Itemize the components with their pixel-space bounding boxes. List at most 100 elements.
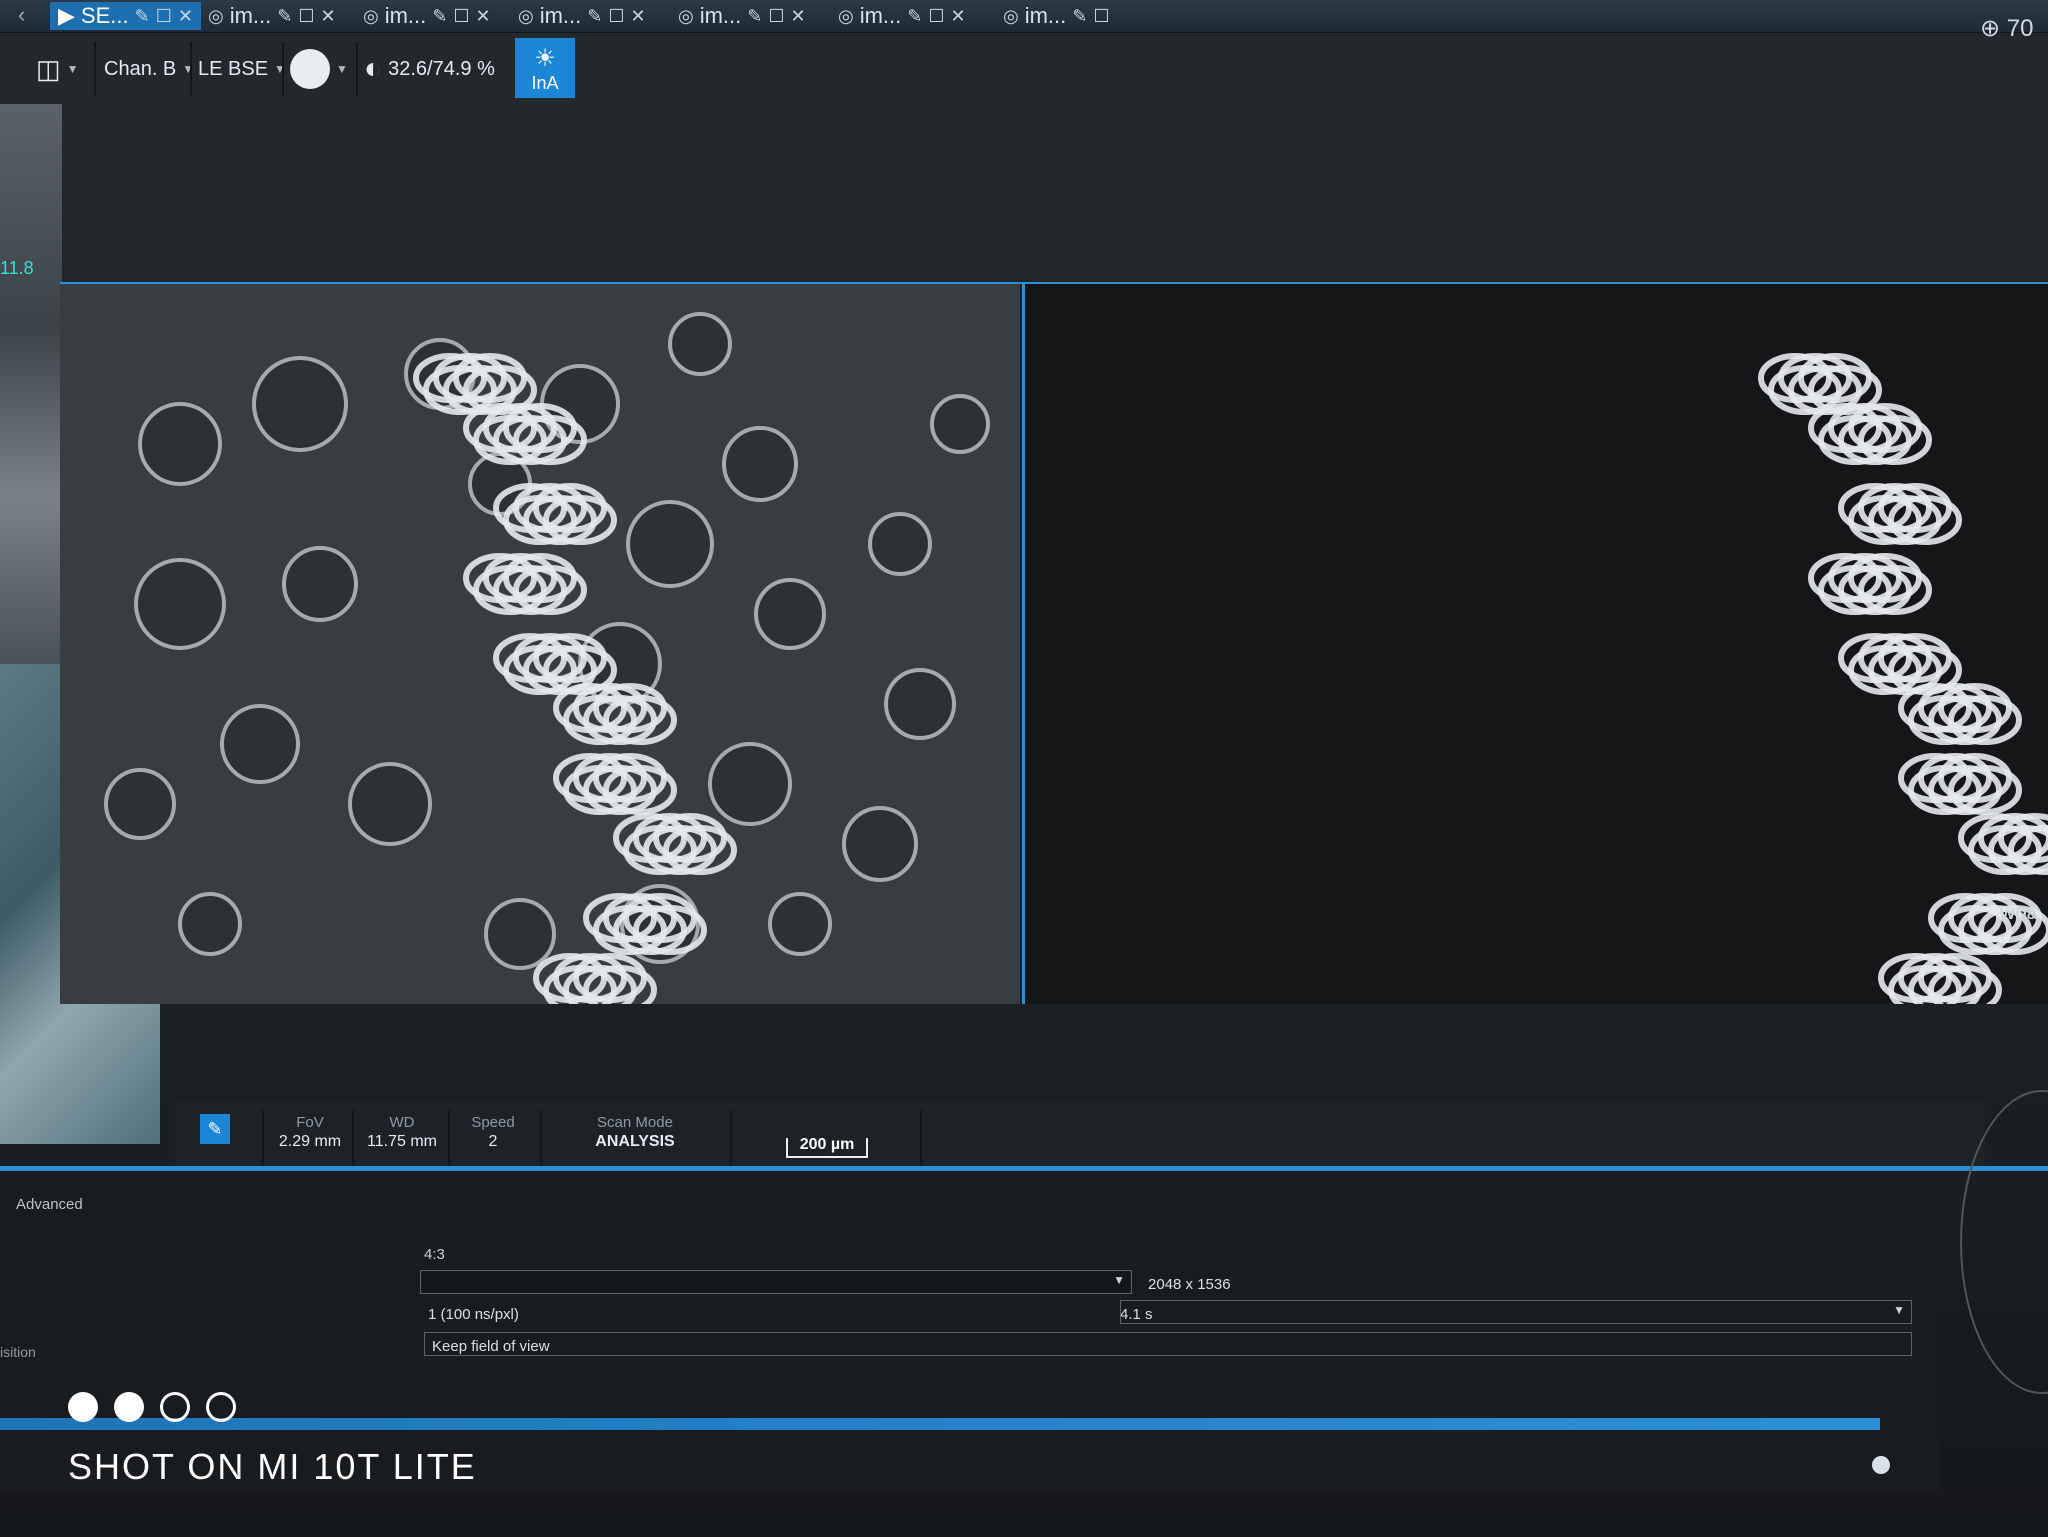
- brightness-contrast-control[interactable]: ◐ 32.6/74.9 %: [364, 46, 495, 92]
- close-icon[interactable]: ✕: [321, 6, 336, 27]
- crater-mark: [868, 512, 932, 576]
- image-icon: ◎: [363, 5, 379, 26]
- chevron-down-icon: ▼: [336, 62, 348, 76]
- tab-se[interactable]: ▶ SE... ✎ ☐ ✕: [50, 2, 201, 30]
- zoom-control[interactable]: ⊕ 70: [1980, 14, 2033, 43]
- dot-icon: [114, 1392, 144, 1422]
- crater-mark: [668, 312, 732, 376]
- progress-slider[interactable]: [0, 1418, 1880, 1430]
- imaging-toolbar: ◫ ▼ Chan. B ▼ LE BSE ▼ ▼ ◐ 32.6/74.9 %: [20, 34, 2048, 104]
- acquisition-section-label: isition: [0, 1344, 36, 1360]
- tab-label: im...: [229, 3, 272, 28]
- tab-label: im...: [859, 3, 902, 28]
- detector-icon: [290, 49, 330, 89]
- close-icon[interactable]: ✕: [631, 6, 646, 27]
- wd-rail-label: WD&: [2000, 906, 2039, 923]
- fov-mode-field[interactable]: [424, 1332, 1912, 1356]
- status-bar: [175, 1100, 1985, 1166]
- fov-value: 2.29 mm: [278, 1133, 342, 1150]
- pin-icon[interactable]: ✎: [432, 6, 447, 27]
- back-icon[interactable]: ‹: [18, 2, 25, 28]
- detector-selector[interactable]: LE BSE ▼: [198, 46, 286, 92]
- crater-mark: [722, 426, 798, 502]
- crater-mark: [754, 578, 826, 650]
- resolution-dropdown[interactable]: ▼: [420, 1270, 1132, 1294]
- crater-mark: [282, 546, 358, 622]
- crater-mark: [138, 402, 222, 486]
- crater-mark: [768, 892, 832, 956]
- scan-mode-readout: Scan Mode ANALYSIS: [580, 1114, 690, 1151]
- tab-image-2[interactable]: ◎ im... ✎ ☐ ✕: [355, 2, 499, 30]
- channel-label: Chan. B: [104, 57, 177, 80]
- tab-image-1[interactable]: ◎ im... ✎ ☐ ✕: [200, 2, 344, 30]
- crater-mark: [484, 898, 556, 970]
- pin-icon[interactable]: ✎: [135, 6, 150, 27]
- fov-label: FoV: [296, 1114, 324, 1131]
- chevron-down-icon: ▼: [182, 62, 195, 76]
- tab-image-6[interactable]: ◎ im... ✎ ☐: [995, 2, 1118, 30]
- dot-icon: [68, 1392, 98, 1422]
- resolution-value: 2048 x 1536: [1148, 1276, 1231, 1293]
- sem-image-pane-left[interactable]: [60, 284, 1020, 1004]
- maximize-icon[interactable]: ☐: [453, 6, 469, 27]
- wd-label: WD: [389, 1114, 415, 1131]
- sem-image-right: [1025, 284, 2048, 1004]
- pin-icon[interactable]: ✎: [907, 6, 922, 27]
- image-icon: ◎: [518, 5, 534, 26]
- image-icon: ◎: [678, 5, 694, 26]
- crater-mark: [708, 742, 792, 826]
- tab-label: im...: [1024, 3, 1067, 28]
- maximize-icon[interactable]: ☐: [156, 6, 172, 27]
- aspect-ratio-label: 4:3: [424, 1246, 445, 1263]
- advanced-tab[interactable]: Advanced: [16, 1196, 83, 1213]
- close-icon[interactable]: ✕: [951, 6, 966, 27]
- chevron-down-icon: ▼: [274, 62, 286, 76]
- crater-mark: [134, 558, 226, 650]
- crater-mark: [252, 356, 348, 452]
- wd-value: 11.75 mm: [367, 1133, 437, 1150]
- crater-mark: [884, 668, 956, 740]
- play-icon: ▶: [58, 3, 75, 28]
- maximize-icon[interactable]: ☐: [298, 6, 314, 27]
- zoom-icon: ⊕: [1980, 15, 2001, 42]
- close-icon[interactable]: ✕: [791, 6, 806, 27]
- detector-mode-selector[interactable]: ▼: [290, 46, 348, 92]
- slider-handle[interactable]: [1872, 1456, 1890, 1474]
- speed-label: Speed: [471, 1114, 515, 1131]
- watermark-dots: [68, 1392, 236, 1422]
- channel-selector[interactable]: Chan. B ▼: [104, 46, 194, 92]
- speed-value: 2: [488, 1133, 498, 1150]
- maximize-icon[interactable]: ☐: [768, 6, 784, 27]
- pin-icon[interactable]: ✎: [747, 6, 762, 27]
- edit-icon[interactable]: ✎: [200, 1114, 230, 1144]
- scan-mode-value: ANALYSIS: [595, 1133, 675, 1150]
- tab-label: im...: [699, 3, 742, 28]
- sem-image-left: [60, 284, 1020, 1004]
- close-icon[interactable]: ✕: [476, 6, 491, 27]
- tab-strip: ‹ ▶ SE... ✎ ☐ ✕ ◎ im... ✎ ☐ ✕ ◎ im... ✎ …: [0, 0, 2048, 33]
- image-icon: ◎: [838, 5, 854, 26]
- tab-label: SE...: [80, 3, 129, 28]
- close-icon[interactable]: ✕: [178, 6, 193, 27]
- maximize-icon[interactable]: ☐: [608, 6, 624, 27]
- maximize-icon[interactable]: ☐: [928, 6, 944, 27]
- ina-detector-button[interactable]: ☀ InA: [515, 38, 575, 98]
- image-icon: ◎: [1003, 5, 1019, 26]
- tab-image-5[interactable]: ◎ im... ✎ ☐ ✕: [830, 2, 974, 30]
- chevron-down-icon: ▼: [1113, 1273, 1125, 1287]
- detector-label: LE BSE: [198, 57, 269, 80]
- dwell-dropdown[interactable]: ▼: [1120, 1300, 1912, 1324]
- maximize-icon[interactable]: ☐: [1093, 6, 1109, 27]
- pin-icon[interactable]: ✎: [587, 6, 602, 27]
- dot-icon: [160, 1392, 190, 1422]
- pin-icon[interactable]: ✎: [1072, 6, 1087, 27]
- panel-divider: [0, 1166, 2048, 1171]
- pin-icon[interactable]: ✎: [277, 6, 292, 27]
- wd-readout: WD 11.75 mm: [362, 1114, 442, 1151]
- sem-image-pane-right[interactable]: [1022, 284, 2048, 1004]
- tab-image-4[interactable]: ◎ im... ✎ ☐ ✕: [670, 2, 814, 30]
- layout-selector[interactable]: ◫ ▼: [36, 46, 78, 92]
- crater-mark: [220, 704, 300, 784]
- camera-watermark: SHOT ON MI 10T LITE: [68, 1446, 477, 1487]
- tab-image-3[interactable]: ◎ im... ✎ ☐ ✕: [510, 2, 654, 30]
